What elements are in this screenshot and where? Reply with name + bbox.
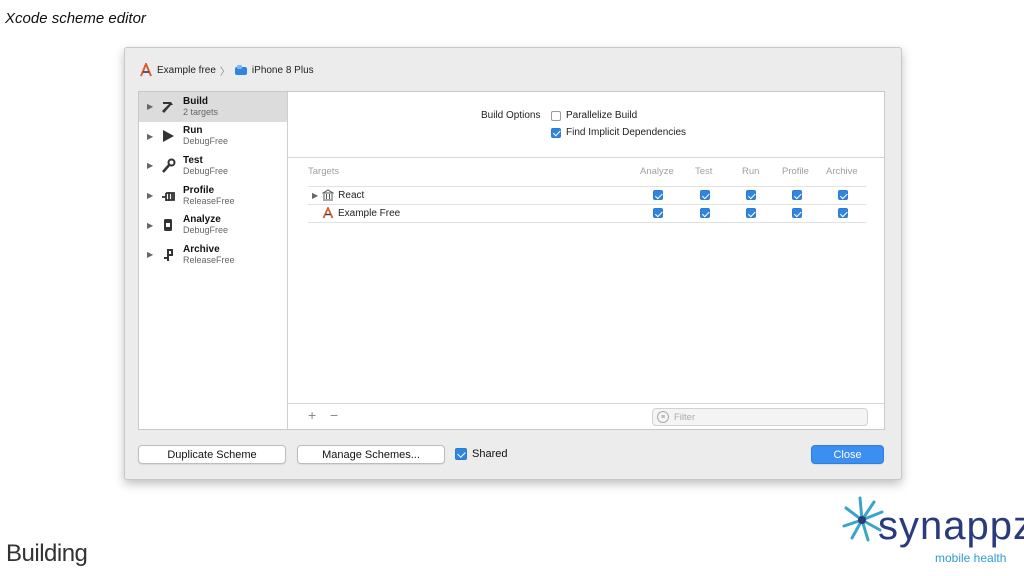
logo-tagline: mobile health bbox=[935, 551, 1007, 565]
sidebar-item-label: Build bbox=[183, 95, 208, 107]
disclosure-triangle-icon[interactable]: ▶ bbox=[147, 221, 157, 230]
duplicate-scheme-button[interactable]: Duplicate Scheme bbox=[138, 445, 286, 464]
wrench-icon bbox=[159, 157, 177, 175]
parallelize-build-label: Parallelize Build bbox=[566, 110, 638, 121]
sidebar-item-label: Test bbox=[183, 154, 203, 166]
app-icon bbox=[322, 207, 334, 219]
build-panel: Build Options Parallelize Build Find Imp… bbox=[288, 92, 884, 429]
target-label: Example Free bbox=[338, 207, 401, 219]
sidebar-item-sub: ReleaseFree bbox=[183, 195, 235, 206]
breadcrumb-scheme[interactable]: Example free bbox=[157, 65, 216, 76]
action-sidebar: ▶ Build 2 targets ▶ Run DebugFree ▶ Test De… bbox=[139, 92, 288, 429]
synappz-logo: synappz mobile health bbox=[840, 496, 1024, 570]
test-checkbox[interactable] bbox=[700, 208, 710, 218]
targets-table-header: Targets Analyze Test Run Profile Archive bbox=[288, 166, 884, 182]
sidebar-item-sub: ReleaseFree bbox=[183, 254, 235, 265]
add-target-button[interactable]: + bbox=[308, 407, 316, 423]
implicit-dependencies-label: Find Implicit Dependencies bbox=[566, 127, 687, 138]
profile-checkbox[interactable] bbox=[792, 190, 802, 200]
run-checkbox[interactable] bbox=[746, 190, 756, 200]
column-header-test: Test bbox=[695, 166, 713, 177]
sidebar-item-label: Archive bbox=[183, 243, 220, 255]
sidebar-item-run[interactable]: ▶ Run DebugFree bbox=[139, 122, 287, 152]
archive-icon bbox=[159, 246, 177, 264]
table-row[interactable]: ▶ React bbox=[308, 186, 866, 204]
parallelize-build-checkbox[interactable]: Parallelize Build bbox=[551, 110, 637, 121]
breadcrumb-device[interactable]: iPhone 8 Plus bbox=[252, 65, 314, 76]
disclosure-triangle-icon[interactable]: ▶ bbox=[147, 250, 157, 259]
manage-schemes-button[interactable]: Manage Schemes... bbox=[297, 445, 445, 464]
disclosure-triangle-icon[interactable]: ▶ bbox=[147, 132, 157, 141]
implicit-dependencies-checkbox[interactable]: Find Implicit Dependencies bbox=[551, 127, 686, 138]
checkbox-checked[interactable] bbox=[455, 448, 467, 460]
targets-toolbar: + − ≡ Filter bbox=[288, 403, 884, 430]
iphone-device-icon bbox=[234, 63, 248, 77]
analyze-checkbox[interactable] bbox=[653, 190, 663, 200]
profile-icon bbox=[159, 187, 177, 205]
close-button[interactable]: Close bbox=[811, 445, 884, 464]
column-header-profile: Profile bbox=[782, 166, 809, 177]
library-icon bbox=[322, 189, 335, 201]
filter-field[interactable]: ≡ Filter bbox=[652, 408, 868, 426]
sidebar-item-sub: 2 targets bbox=[183, 106, 219, 117]
analyze-icon bbox=[159, 216, 177, 234]
sidebar-item-sub: DebugFree bbox=[183, 225, 229, 236]
shared-label: Shared bbox=[472, 448, 508, 460]
sidebar-item-sub: DebugFree bbox=[183, 165, 229, 176]
sidebar-item-build[interactable]: ▶ Build 2 targets bbox=[139, 92, 287, 122]
filter-icon: ≡ bbox=[657, 411, 669, 423]
slide-title: Xcode scheme editor bbox=[5, 10, 146, 27]
archive-checkbox[interactable] bbox=[838, 190, 848, 200]
build-options: Build Options Parallelize Build Find Imp… bbox=[288, 92, 884, 158]
sidebar-item-analyze[interactable]: ▶ Analyze DebugFree bbox=[139, 210, 287, 240]
disclosure-triangle-icon[interactable]: ▶ bbox=[147, 161, 157, 170]
column-header-analyze: Analyze bbox=[640, 166, 674, 177]
breadcrumb[interactable]: Example free 〉 iPhone 8 Plus bbox=[139, 61, 314, 78]
filter-placeholder: Filter bbox=[674, 411, 696, 423]
profile-checkbox[interactable] bbox=[792, 208, 802, 218]
sidebar-item-label: Profile bbox=[183, 184, 215, 196]
targets-column-header: Targets bbox=[308, 166, 340, 177]
checkbox-checked[interactable] bbox=[551, 127, 561, 138]
table-row[interactable]: Example Free bbox=[308, 204, 866, 223]
test-checkbox[interactable] bbox=[700, 190, 710, 200]
sidebar-item-profile[interactable]: ▶ Profile ReleaseFree bbox=[139, 181, 287, 211]
column-header-run: Run bbox=[742, 166, 760, 177]
disclosure-triangle-icon[interactable]: ▶ bbox=[312, 191, 318, 200]
sidebar-item-test[interactable]: ▶ Test DebugFree bbox=[139, 151, 287, 181]
build-options-label: Build Options bbox=[481, 110, 541, 121]
scheme-content: ▶ Build 2 targets ▶ Run DebugFree ▶ Test De… bbox=[138, 91, 885, 430]
logo-wordmark: synappz bbox=[878, 504, 1024, 548]
target-name: Example Free bbox=[322, 207, 400, 219]
sidebar-item-label: Analyze bbox=[183, 214, 221, 226]
checkbox-unchecked[interactable] bbox=[551, 110, 561, 121]
run-checkbox[interactable] bbox=[746, 208, 756, 218]
scheme-editor-window: Example free 〉 iPhone 8 Plus ▶ Build 2 ta… bbox=[124, 47, 902, 480]
target-label: React bbox=[338, 189, 365, 201]
play-icon bbox=[159, 127, 177, 145]
archive-checkbox[interactable] bbox=[838, 208, 848, 218]
column-header-archive: Archive bbox=[826, 166, 858, 177]
breadcrumb-separator: 〉 bbox=[219, 66, 230, 78]
shared-checkbox[interactable]: Shared bbox=[455, 448, 507, 460]
slide-footer: Building bbox=[6, 540, 88, 567]
remove-target-button[interactable]: − bbox=[330, 407, 338, 423]
sidebar-item-archive[interactable]: ▶ Archive ReleaseFree bbox=[139, 240, 287, 270]
disclosure-triangle-icon[interactable]: ▶ bbox=[147, 102, 157, 111]
sidebar-item-sub: DebugFree bbox=[183, 136, 229, 147]
sidebar-item-label: Run bbox=[183, 125, 203, 137]
disclosure-triangle-icon[interactable]: ▶ bbox=[147, 191, 157, 200]
target-name: ▶ React bbox=[312, 189, 364, 201]
hammer-icon bbox=[159, 98, 177, 116]
xcode-app-icon bbox=[139, 61, 153, 77]
analyze-checkbox[interactable] bbox=[653, 208, 663, 218]
